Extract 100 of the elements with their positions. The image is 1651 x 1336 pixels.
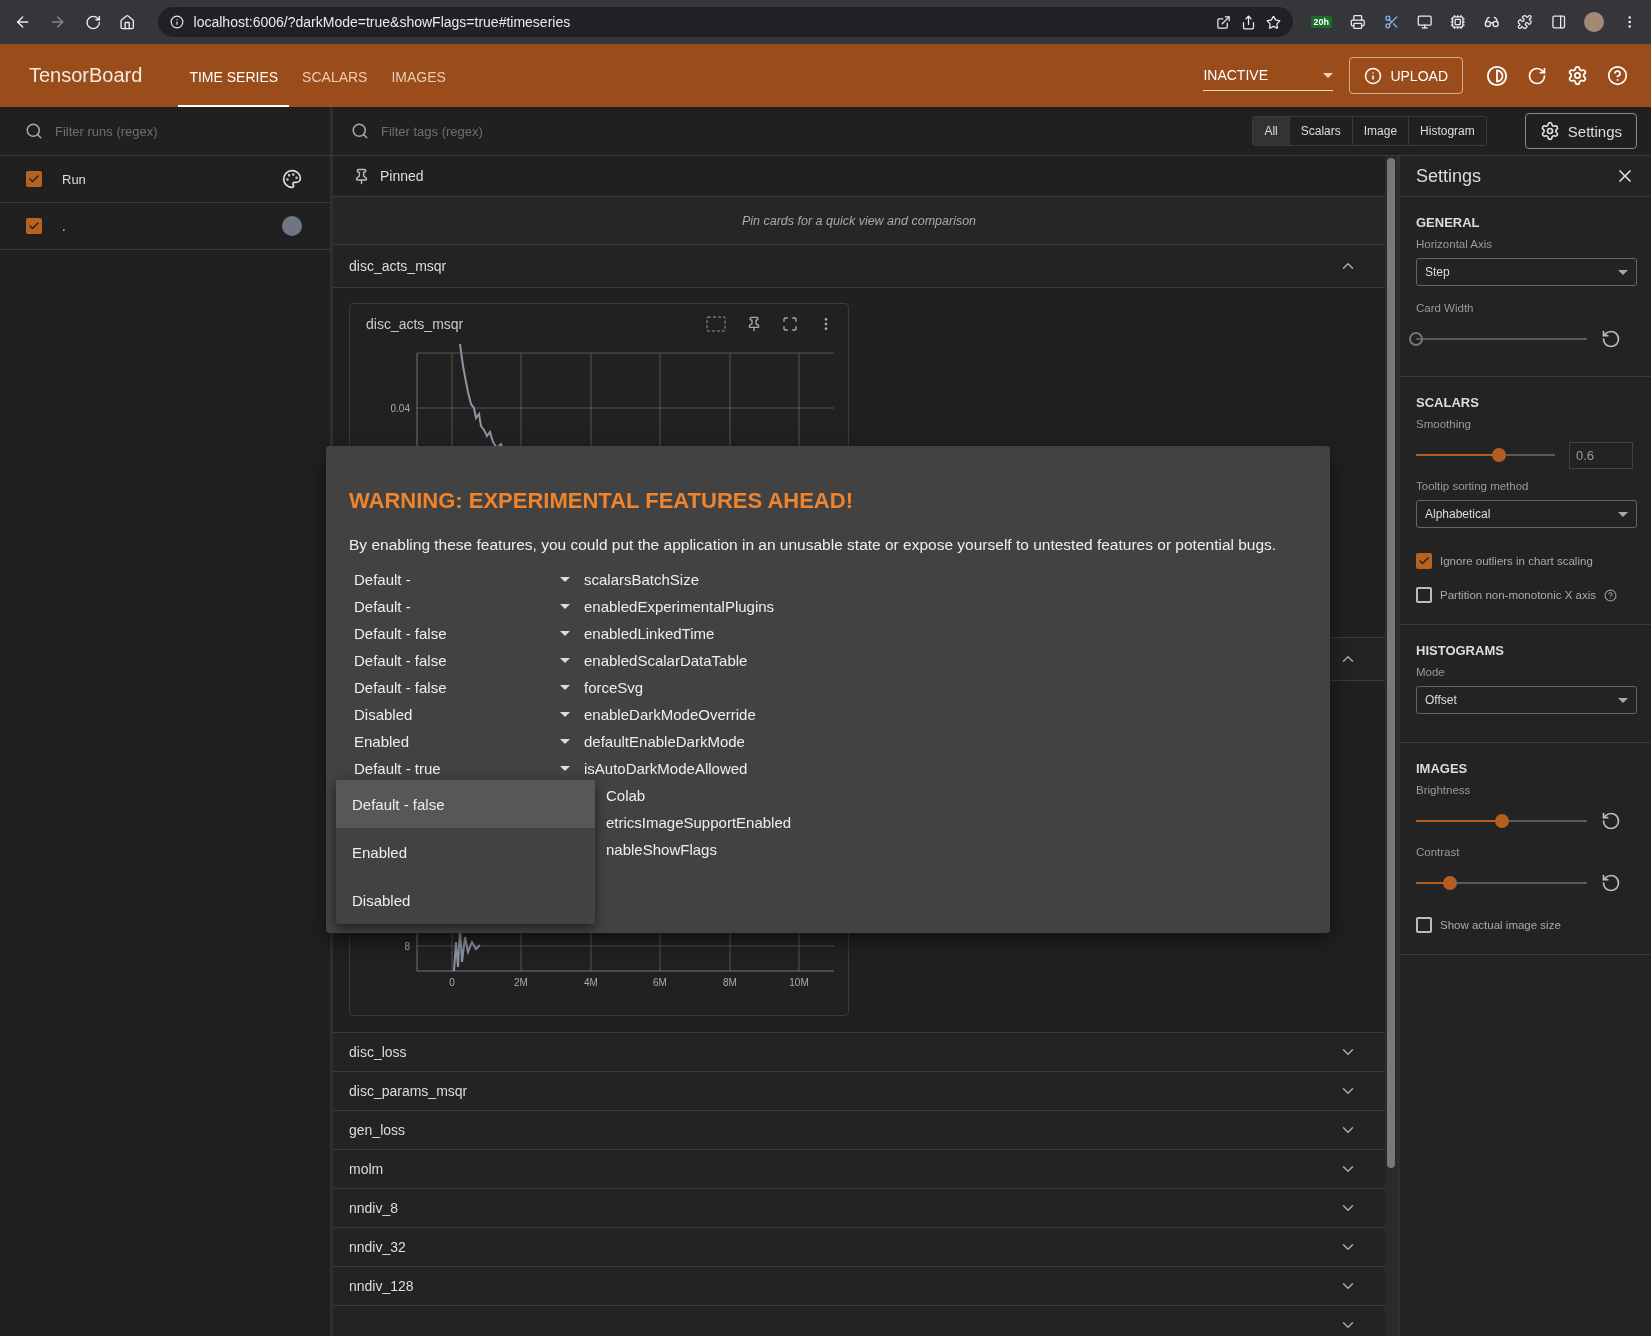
select-field[interactable]: Offset bbox=[1416, 686, 1637, 714]
pin-icon[interactable] bbox=[746, 316, 762, 332]
scissors-icon[interactable] bbox=[1383, 14, 1399, 30]
address-bar[interactable]: localhost:6006/?darkMode=true&showFlags=true#timeseries bbox=[157, 7, 1293, 37]
checkbox-label: Show actual image size bbox=[1440, 919, 1561, 931]
flag-name: enableDarkModeOverride bbox=[584, 706, 756, 723]
flag-name: forceSvg bbox=[584, 679, 644, 696]
field-label: Smoothing bbox=[1416, 418, 1472, 430]
checkbox[interactable] bbox=[1416, 587, 1432, 603]
card-title: disc_acts_msqr bbox=[366, 316, 465, 332]
info-icon[interactable] bbox=[169, 15, 184, 29]
search-field[interactable]: Filter tags (regex) bbox=[379, 122, 579, 140]
caret-icon bbox=[560, 685, 570, 690]
help-icon[interactable] bbox=[1603, 588, 1617, 602]
settings-button[interactable]: Settings bbox=[1524, 113, 1637, 149]
caret-icon bbox=[1618, 511, 1628, 517]
printer-icon[interactable] bbox=[1350, 14, 1366, 30]
flag-select[interactable]: Default - false bbox=[354, 679, 574, 696]
app-title: TensorBoard bbox=[29, 64, 143, 87]
flag-name: enabledLinkedTime bbox=[584, 625, 715, 642]
glasses-icon[interactable] bbox=[1483, 14, 1500, 30]
reset-icon[interactable] bbox=[1601, 329, 1621, 349]
field-label: Contrast bbox=[1416, 846, 1461, 858]
share-icon[interactable] bbox=[1240, 14, 1256, 30]
pin-icon bbox=[353, 167, 370, 185]
menu-option[interactable]: Disabled bbox=[336, 876, 595, 924]
caret-icon bbox=[560, 604, 570, 609]
flag-select[interactable]: Default - false bbox=[354, 652, 574, 669]
field-label: Mode bbox=[1416, 666, 1446, 678]
menu-option[interactable]: Enabled bbox=[336, 828, 595, 876]
extension-badge[interactable]: 20h bbox=[1310, 16, 1333, 28]
nav-tab[interactable]: TIME SERIES bbox=[178, 44, 290, 107]
caret-icon bbox=[560, 577, 570, 582]
search-field[interactable]: Filter runs (regex) bbox=[53, 122, 253, 140]
fit-domain-icon[interactable] bbox=[706, 316, 726, 332]
palette-icon[interactable] bbox=[282, 169, 302, 189]
panel-title: Settings bbox=[1416, 165, 1482, 187]
checkbox[interactable] bbox=[1416, 917, 1432, 933]
fullscreen-icon[interactable] bbox=[782, 316, 798, 332]
slider-thumb[interactable] bbox=[1492, 448, 1507, 462]
flag-select[interactable]: Enabled bbox=[354, 733, 574, 750]
flag-select[interactable]: Default - false bbox=[354, 625, 574, 642]
flag-select[interactable]: Default - true bbox=[354, 760, 574, 777]
flag-name: scalarsBatchSize bbox=[584, 571, 700, 588]
dialog-message: By enabling these features, you could put the application in an unusable state or expose yourself to untested features or potential bugs. bbox=[349, 536, 1278, 554]
filter-toggle[interactable]: Image bbox=[1351, 117, 1409, 145]
caret-icon bbox=[560, 739, 570, 744]
number-input[interactable]: 0.6 bbox=[1569, 441, 1633, 469]
nav-tab[interactable]: SCALARS bbox=[291, 44, 379, 107]
select-field[interactable]: Alphabetical bbox=[1416, 500, 1637, 528]
home-icon[interactable] bbox=[119, 13, 136, 31]
axis-tick-label: 2M bbox=[514, 977, 528, 988]
menu-option[interactable]: Default - false bbox=[336, 780, 595, 828]
flag-select[interactable]: Default - bbox=[354, 598, 574, 615]
filter-toggle[interactable]: All bbox=[1253, 117, 1289, 145]
caret-icon bbox=[1618, 269, 1628, 275]
caret-icon bbox=[560, 712, 570, 717]
nav-tab[interactable]: IMAGES bbox=[380, 44, 457, 107]
flag-name: enabledScalarDataTable bbox=[584, 652, 748, 669]
axis-tick-label: 8M bbox=[723, 977, 737, 988]
dialog-title: WARNING: EXPERIMENTAL FEATURES AHEAD! bbox=[349, 488, 854, 514]
reset-icon[interactable] bbox=[1601, 811, 1621, 831]
search-icon bbox=[25, 122, 43, 140]
caret-icon bbox=[560, 658, 570, 663]
checkbox[interactable] bbox=[26, 218, 42, 234]
check-icon bbox=[28, 220, 40, 232]
external-link-icon[interactable] bbox=[1215, 14, 1231, 30]
slider-thumb[interactable] bbox=[1443, 876, 1458, 890]
star-icon[interactable] bbox=[1265, 14, 1281, 30]
field-label: Tooltip sorting method bbox=[1416, 480, 1530, 492]
run-name: . bbox=[62, 218, 67, 234]
monitor-icon[interactable] bbox=[1417, 14, 1433, 30]
checkbox[interactable] bbox=[1416, 553, 1432, 569]
flag-name: Colab bbox=[606, 787, 646, 804]
avatar[interactable] bbox=[1584, 12, 1604, 32]
axis-tick-label: 8 bbox=[404, 941, 410, 952]
flag-select[interactable]: Default - bbox=[354, 571, 574, 588]
scrollbar-thumb[interactable] bbox=[1387, 158, 1395, 1168]
checkbox[interactable] bbox=[26, 171, 42, 187]
filter-toggle[interactable]: Histogram bbox=[1408, 117, 1486, 145]
side-panel-icon[interactable] bbox=[1550, 14, 1567, 30]
upload-button[interactable]: UPLOAD bbox=[1349, 57, 1463, 94]
reload-icon[interactable] bbox=[84, 13, 102, 31]
filter-toggle[interactable]: Scalars bbox=[1288, 117, 1352, 145]
axis-tick-label: 4M bbox=[584, 977, 598, 988]
flag-name: enabledExperimentalPlugins bbox=[584, 598, 775, 615]
run-name: Run bbox=[62, 171, 87, 187]
flag-select[interactable]: Disabled bbox=[354, 706, 574, 723]
info-icon bbox=[1364, 66, 1383, 85]
slider-thumb[interactable] bbox=[1409, 332, 1423, 346]
caret-icon bbox=[1323, 72, 1334, 78]
select-field[interactable]: Step bbox=[1416, 258, 1637, 286]
reset-icon[interactable] bbox=[1601, 873, 1621, 893]
field-label: Horizontal Axis bbox=[1416, 238, 1494, 250]
flag-name: isAutoDarkModeAllowed bbox=[584, 760, 748, 777]
color-dot[interactable] bbox=[282, 216, 302, 236]
plugin-select[interactable]: INACTIVE bbox=[1203, 60, 1334, 91]
slider-thumb[interactable] bbox=[1494, 814, 1509, 828]
chip-icon[interactable] bbox=[1450, 14, 1466, 30]
puzzle-icon[interactable] bbox=[1517, 14, 1533, 30]
